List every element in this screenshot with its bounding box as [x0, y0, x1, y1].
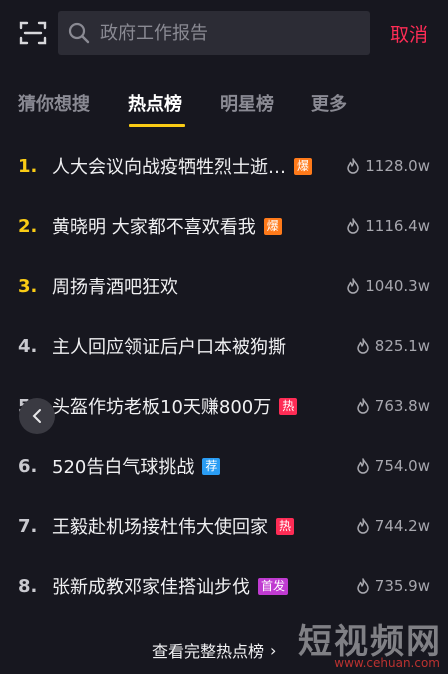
scan-icon[interactable] [19, 20, 47, 46]
hot-list-row[interactable]: 8. 张新成教邓家佳搭讪步伐 首发 735.9w [0, 556, 448, 616]
search-header: 取消 [0, 0, 448, 66]
hot-topic-text: 黄晓明 大家都不喜欢看我 [52, 217, 256, 238]
rank-number: 2. [18, 215, 38, 237]
heat-number: 763.8w [374, 397, 430, 415]
heat-number: 744.2w [374, 517, 430, 535]
category-tabs: 猜你想搜 热点榜 明星榜 更多 [0, 86, 448, 127]
rank-number: 7. [18, 515, 38, 537]
cancel-button[interactable]: 取消 [390, 20, 428, 47]
hot-topic-title: 王毅赴机场接杜伟大使回家热 [52, 513, 295, 539]
flame-icon [346, 218, 365, 234]
view-full-label: 查看完整热点榜 [152, 642, 265, 661]
hot-topic-title: 人大会议向战疫牺牲烈士逝… 爆 [52, 153, 313, 179]
rank-number: 8. [18, 575, 38, 597]
heat-value: 825.1w [356, 337, 430, 355]
tab-star-list[interactable]: 明星榜 [220, 90, 274, 116]
hot-topic-title: 头盔作坊老板10天赚800万热 [52, 393, 298, 419]
hot-badge: 爆 [263, 217, 282, 235]
heat-value: 735.9w [356, 577, 430, 595]
heat-number: 1128.0w [365, 157, 430, 175]
hot-topic-text: 周扬青酒吧狂欢 [52, 277, 178, 298]
hot-list-row[interactable]: 7. 王毅赴机场接杜伟大使回家热 744.2w [0, 496, 448, 556]
hot-badge: 热 [279, 397, 298, 415]
search-icon [68, 22, 90, 44]
hot-topic-text: 520告白气球挑战 [52, 457, 195, 478]
hot-badge: 热 [276, 517, 295, 535]
flame-icon [356, 578, 375, 594]
heat-value: 1128.0w [346, 157, 430, 175]
hot-topic-title: 主人回应领证后户口本被狗撕 [52, 333, 286, 359]
hot-list-row[interactable]: 3. 周扬青酒吧狂欢 1040.3w [0, 256, 448, 316]
hot-topic-text: 人大会议向战疫牺牲烈士逝… [52, 157, 286, 178]
rank-number: 1. [18, 155, 38, 177]
watermark-url: www.cehuan.com [334, 656, 440, 670]
heat-value: 763.8w [356, 397, 430, 415]
hot-topic-title: 黄晓明 大家都不喜欢看我爆 [52, 213, 282, 239]
active-tab-indicator [129, 124, 185, 127]
heat-value: 754.0w [356, 457, 430, 475]
flame-icon [346, 278, 365, 294]
view-full-hot-list-link[interactable]: 查看完整热点榜 › [152, 638, 276, 662]
heat-value: 1116.4w [346, 217, 430, 235]
tab-hot-list[interactable]: 热点榜 [128, 90, 182, 116]
flame-icon [356, 518, 375, 534]
hot-topic-text: 主人回应领证后户口本被狗撕 [52, 337, 286, 358]
flame-icon [356, 338, 375, 354]
hot-list-row[interactable]: 5.头盔作坊老板10天赚800万热763.8w [0, 376, 448, 436]
hot-list-row[interactable]: 6. 520告白气球挑战荐 754.0w [0, 436, 448, 496]
hot-topic-title: 周扬青酒吧狂欢 [52, 273, 178, 299]
flame-icon [356, 458, 375, 474]
chevron-left-icon [32, 409, 41, 423]
rank-number: 4. [18, 335, 38, 357]
tab-guess-search[interactable]: 猜你想搜 [18, 90, 90, 116]
heat-value: 744.2w [356, 517, 430, 535]
back-button[interactable] [19, 398, 55, 434]
search-box[interactable] [58, 11, 370, 55]
flame-icon [346, 158, 365, 174]
hot-topic-title: 张新成教邓家佳搭讪步伐 首发 [52, 573, 289, 599]
rank-number: 3. [18, 275, 38, 297]
heat-number: 754.0w [374, 457, 430, 475]
hot-topic-text: 头盔作坊老板10天赚800万 [52, 397, 272, 418]
heat-number: 735.9w [374, 577, 430, 595]
hot-topic-text: 王毅赴机场接杜伟大使回家 [52, 517, 268, 538]
hot-list-row[interactable]: 4. 主人回应领证后户口本被狗撕 825.1w [0, 316, 448, 376]
hot-topic-title: 520告白气球挑战荐 [52, 453, 221, 479]
heat-value: 1040.3w [346, 277, 430, 295]
hot-badge: 爆 [294, 157, 313, 175]
hot-topic-text: 张新成教邓家佳搭讪步伐 [52, 577, 250, 598]
rank-number: 6. [18, 455, 38, 477]
watermark: 短视频网 www.cehuan.com [292, 614, 442, 670]
search-input[interactable] [100, 22, 350, 44]
flame-icon [356, 398, 375, 414]
hot-list-row[interactable]: 1. 人大会议向战疫牺牲烈士逝… 爆 1128.0w [0, 136, 448, 196]
hot-badge: 首发 [258, 577, 289, 595]
tab-more[interactable]: 更多 [311, 90, 347, 116]
hot-list-row[interactable]: 2. 黄晓明 大家都不喜欢看我爆 1116.4w [0, 196, 448, 256]
chevron-right-icon: › [270, 640, 277, 660]
heat-number: 1040.3w [365, 277, 430, 295]
hot-badge: 荐 [202, 457, 221, 475]
heat-number: 825.1w [374, 337, 430, 355]
heat-number: 1116.4w [365, 217, 430, 235]
